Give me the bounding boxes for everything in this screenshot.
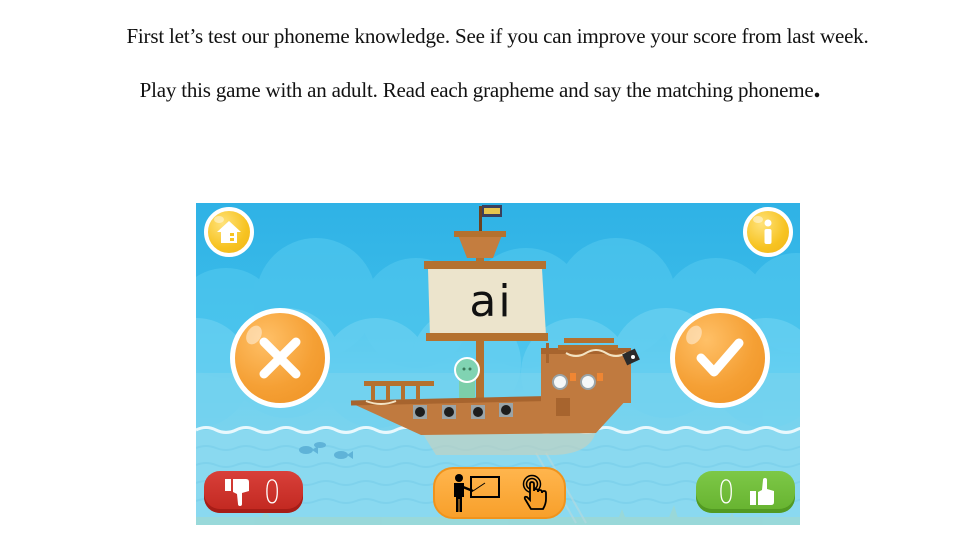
button-shine xyxy=(753,216,763,223)
instruction-line-2: Play this game with an adult. Read each … xyxy=(0,73,960,105)
phoneme-game-panel[interactable]: ai 0 0 xyxy=(196,203,800,525)
thumbs-down-icon xyxy=(225,479,250,506)
wrong-answer-button[interactable] xyxy=(230,308,330,408)
info-icon xyxy=(764,219,772,244)
instruction-period: . xyxy=(813,73,821,104)
correct-score: 0 xyxy=(718,473,735,511)
instruction-line-2-text: Play this game with an adult. Read each … xyxy=(139,78,814,102)
correct-answer-button[interactable] xyxy=(670,308,770,408)
incorrect-score-button[interactable]: 0 xyxy=(204,471,303,513)
cross-icon xyxy=(259,337,301,379)
teacher-icon xyxy=(453,474,500,512)
incorrect-score: 0 xyxy=(264,473,281,511)
info-button[interactable] xyxy=(743,207,793,257)
home-icon xyxy=(217,221,241,243)
tap-gesture-icon xyxy=(522,474,547,510)
grapheme-display: ai xyxy=(469,276,513,327)
home-button[interactable] xyxy=(204,207,254,257)
check-icon xyxy=(696,338,744,377)
instruction-line-1: First let’s test our phoneme knowledge. … xyxy=(126,24,869,48)
thumbs-up-icon xyxy=(749,478,774,505)
teacher-mode-button[interactable] xyxy=(433,467,566,519)
correct-score-button[interactable]: 0 xyxy=(696,471,795,513)
button-shine xyxy=(214,216,224,223)
